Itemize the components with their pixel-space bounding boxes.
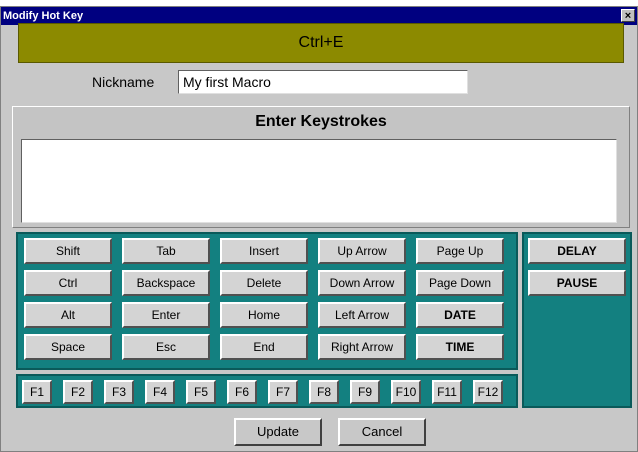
- f11-key[interactable]: F11: [432, 380, 462, 404]
- page-up-key[interactable]: Page Up: [416, 238, 504, 264]
- keystrokes-textarea[interactable]: [21, 139, 617, 223]
- modifier-keys-column: Shift Ctrl Alt Space: [20, 238, 116, 366]
- delay-button[interactable]: DELAY: [528, 238, 626, 264]
- f6-key[interactable]: F6: [227, 380, 257, 404]
- backspace-key[interactable]: Backspace: [122, 270, 210, 296]
- timing-keys-panel: DELAY PAUSE: [522, 232, 632, 408]
- up-arrow-key[interactable]: Up Arrow: [318, 238, 406, 264]
- navigation-keys-column: Insert Delete Home End: [216, 238, 312, 366]
- left-arrow-key[interactable]: Left Arrow: [318, 302, 406, 328]
- tab-key[interactable]: Tab: [122, 238, 210, 264]
- update-button[interactable]: Update: [234, 418, 322, 446]
- nickname-input[interactable]: [178, 70, 468, 94]
- f8-key[interactable]: F8: [309, 380, 339, 404]
- f1-key[interactable]: F1: [22, 380, 52, 404]
- down-arrow-key[interactable]: Down Arrow: [318, 270, 406, 296]
- alt-key[interactable]: Alt: [24, 302, 112, 328]
- insert-key[interactable]: Insert: [220, 238, 308, 264]
- f7-key[interactable]: F7: [268, 380, 298, 404]
- keystrokes-panel: Enter Keystrokes: [12, 106, 630, 228]
- nickname-label: Nickname: [92, 74, 155, 90]
- home-key[interactable]: Home: [220, 302, 308, 328]
- space-key[interactable]: Space: [24, 334, 112, 360]
- close-button[interactable]: ×: [621, 9, 635, 22]
- hotkey-display: Ctrl+E: [18, 23, 624, 63]
- enter-key[interactable]: Enter: [122, 302, 210, 328]
- special-keys-panel: Shift Ctrl Alt Space Tab Backspace Enter…: [16, 232, 518, 370]
- editing-keys-column: Tab Backspace Enter Esc: [118, 238, 214, 366]
- f4-key[interactable]: F4: [145, 380, 175, 404]
- shift-key[interactable]: Shift: [24, 238, 112, 264]
- pause-button[interactable]: PAUSE: [528, 270, 626, 296]
- keystrokes-title: Enter Keystrokes: [255, 113, 387, 130]
- close-icon: ×: [624, 10, 632, 22]
- esc-key[interactable]: Esc: [122, 334, 210, 360]
- time-key[interactable]: TIME: [416, 334, 504, 360]
- f3-key[interactable]: F3: [104, 380, 134, 404]
- cancel-button[interactable]: Cancel: [338, 418, 426, 446]
- f5-key[interactable]: F5: [186, 380, 216, 404]
- f10-key[interactable]: F10: [391, 380, 421, 404]
- right-arrow-key[interactable]: Right Arrow: [318, 334, 406, 360]
- ctrl-key[interactable]: Ctrl: [24, 270, 112, 296]
- f12-key[interactable]: F12: [473, 380, 503, 404]
- page-keys-column: Page Up Page Down DATE TIME: [412, 238, 508, 366]
- f2-key[interactable]: F2: [63, 380, 93, 404]
- page-down-key[interactable]: Page Down: [416, 270, 504, 296]
- function-keys-panel: F1 F2 F3 F4 F5 F6 F7 F8 F9 F10 F11 F12: [16, 374, 518, 408]
- f9-key[interactable]: F9: [350, 380, 380, 404]
- delete-key[interactable]: Delete: [220, 270, 308, 296]
- end-key[interactable]: End: [220, 334, 308, 360]
- window-title: Modify Hot Key: [3, 10, 84, 22]
- arrow-keys-column: Up Arrow Down Arrow Left Arrow Right Arr…: [314, 238, 410, 366]
- date-key[interactable]: DATE: [416, 302, 504, 328]
